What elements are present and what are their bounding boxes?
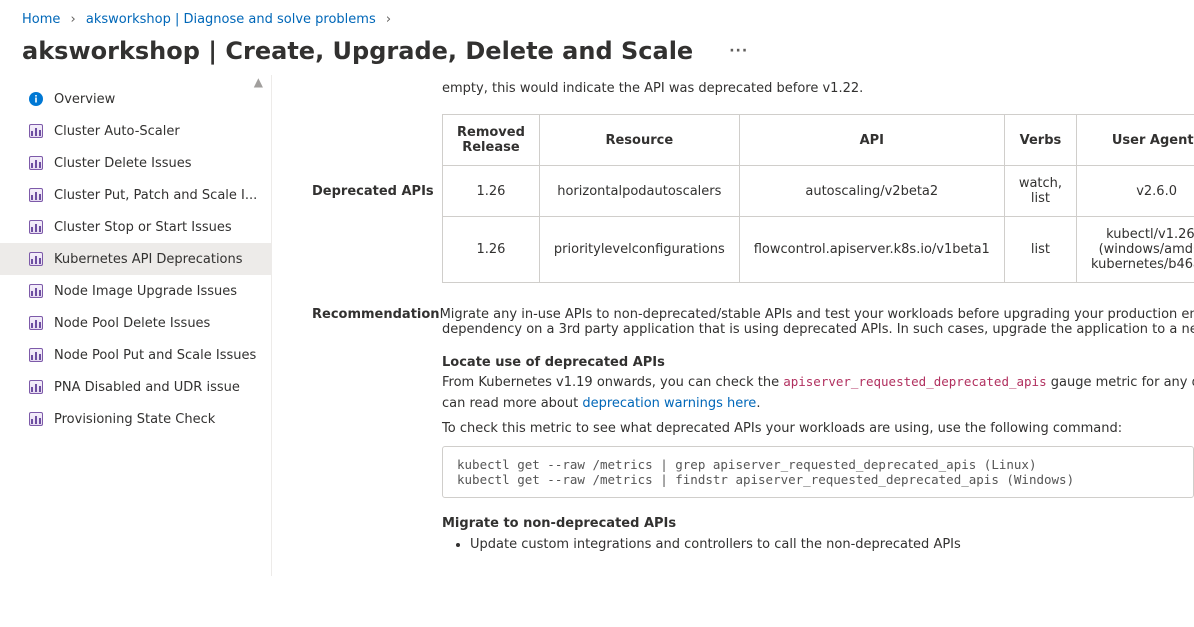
barchart-icon <box>28 155 44 171</box>
cell-user-agents: v2.6.0 <box>1077 166 1194 217</box>
locate-heading: Locate use of deprecated APIs <box>442 355 1194 370</box>
table-header: Removed Release <box>443 115 540 166</box>
cell-removed-release: 1.26 <box>443 166 540 217</box>
intro-text: empty, this would indicate the API was d… <box>442 81 1194 96</box>
table-header: User Agents <box>1077 115 1194 166</box>
deprecated-apis-table: Removed Release Resource API Verbs User … <box>442 114 1194 283</box>
sidebar-item-cluster-delete-issues[interactable]: Cluster Delete Issues <box>0 147 271 179</box>
sidebar-item-label: PNA Disabled and UDR issue <box>54 380 240 395</box>
chevron-right-icon: › <box>65 12 82 27</box>
locate-paragraph-1: From Kubernetes v1.19 onwards, you can c… <box>442 374 1194 390</box>
barchart-icon <box>28 283 44 299</box>
sidebar-item-cluster-auto-scaler[interactable]: Cluster Auto-Scaler <box>0 115 271 147</box>
sidebar-item-label: Node Pool Put and Scale Issues <box>54 348 256 363</box>
info-icon <box>28 91 44 107</box>
table-row: 1.26 prioritylevelconfigurations flowcon… <box>443 217 1194 283</box>
migrate-heading: Migrate to non-deprecated APIs <box>442 516 1194 531</box>
sidebar-item-kubernetes-api-deprecations[interactable]: Kubernetes API Deprecations <box>0 243 271 275</box>
sidebar-item-cluster-stop-or-start-issues[interactable]: Cluster Stop or Start Issues <box>0 211 271 243</box>
table-header: API <box>739 115 1004 166</box>
locate-paragraph-2: can read more about deprecation warnings… <box>442 396 1194 411</box>
sidebar-item-pna-disabled-and-udr-issue[interactable]: PNA Disabled and UDR issue <box>0 371 271 403</box>
more-actions-button[interactable]: ··· <box>725 41 752 61</box>
sidebar-item-provisioning-state-check[interactable]: Provisioning State Check <box>0 403 271 435</box>
barchart-icon <box>28 411 44 427</box>
sidebar-item-label: Cluster Put, Patch and Scale I... <box>54 188 257 203</box>
sidebar-item-label: Cluster Auto-Scaler <box>54 124 180 139</box>
page-title: aksworkshop | Create, Upgrade, Delete an… <box>22 37 693 65</box>
code-block[interactable]: kubectl get --raw /metrics | grep apiser… <box>442 446 1194 498</box>
chevron-right-icon: › <box>380 12 397 27</box>
recommendation-label: Recommendation <box>312 307 440 322</box>
sidebar-item-cluster-put-patch-and-scale-i[interactable]: Cluster Put, Patch and Scale I... <box>0 179 271 211</box>
cell-verbs: watch, list <box>1004 166 1076 217</box>
chevron-up-icon[interactable]: ▲ <box>254 75 263 89</box>
sidebar-item-label: Node Image Upgrade Issues <box>54 284 237 299</box>
locate-paragraph-3: To check this metric to see what depreca… <box>442 421 1194 436</box>
sidebar-item-node-pool-put-and-scale-issues[interactable]: Node Pool Put and Scale Issues <box>0 339 271 371</box>
sidebar-item-label: Cluster Stop or Start Issues <box>54 220 232 235</box>
cell-removed-release: 1.26 <box>443 217 540 283</box>
table-header: Resource <box>539 115 739 166</box>
cell-resource: prioritylevelconfigurations <box>539 217 739 283</box>
metric-code: apiserver_requested_deprecated_apis <box>783 374 1046 389</box>
sidebar-item-node-pool-delete-issues[interactable]: Node Pool Delete Issues <box>0 307 271 339</box>
barchart-icon <box>28 187 44 203</box>
sidebar-item-label: Kubernetes API Deprecations <box>54 252 243 267</box>
content-area: empty, this would indicate the API was d… <box>272 75 1194 576</box>
barchart-icon <box>28 347 44 363</box>
sidebar-item-label: Cluster Delete Issues <box>54 156 192 171</box>
sidebar-item-overview[interactable]: Overview <box>0 83 271 115</box>
table-header: Verbs <box>1004 115 1076 166</box>
list-item: Update custom integrations and controlle… <box>470 537 1194 552</box>
breadcrumb-home[interactable]: Home <box>22 12 60 27</box>
breadcrumb-diagnose[interactable]: aksworkshop | Diagnose and solve problem… <box>86 12 376 27</box>
sidebar-item-label: Node Pool Delete Issues <box>54 316 210 331</box>
cell-api: flowcontrol.apiserver.k8s.io/v1beta1 <box>739 217 1004 283</box>
sidebar-item-label: Overview <box>54 92 115 107</box>
cell-resource: horizontalpodautoscalers <box>539 166 739 217</box>
sidebar-item-label: Provisioning State Check <box>54 412 215 427</box>
sidebar: ▲ Overview Cluster Auto-Scaler Cluster De… <box>0 75 272 576</box>
barchart-icon <box>28 379 44 395</box>
recommendation-text: Migrate any in-use APIs to non-deprecate… <box>440 307 1194 322</box>
deprecation-warnings-link[interactable]: deprecation warnings here <box>582 396 756 411</box>
barchart-icon <box>28 219 44 235</box>
migrate-list: Update custom integrations and controlle… <box>470 537 1194 552</box>
recommendation-text-line2: dependency on a 3rd party application th… <box>442 322 1194 337</box>
cell-user-agents: kubectl/v1.26.0 (windows/amd64) kubernet… <box>1077 217 1194 283</box>
deprecated-apis-label: Deprecated APIs <box>312 114 442 199</box>
cell-api: autoscaling/v2beta2 <box>739 166 1004 217</box>
barchart-icon <box>28 123 44 139</box>
sidebar-item-node-image-upgrade-issues[interactable]: Node Image Upgrade Issues <box>0 275 271 307</box>
barchart-icon <box>28 315 44 331</box>
breadcrumb: Home › aksworkshop | Diagnose and solve … <box>0 0 1194 31</box>
barchart-icon <box>28 251 44 267</box>
cell-verbs: list <box>1004 217 1076 283</box>
table-row: 1.26 horizontalpodautoscalers autoscalin… <box>443 166 1194 217</box>
